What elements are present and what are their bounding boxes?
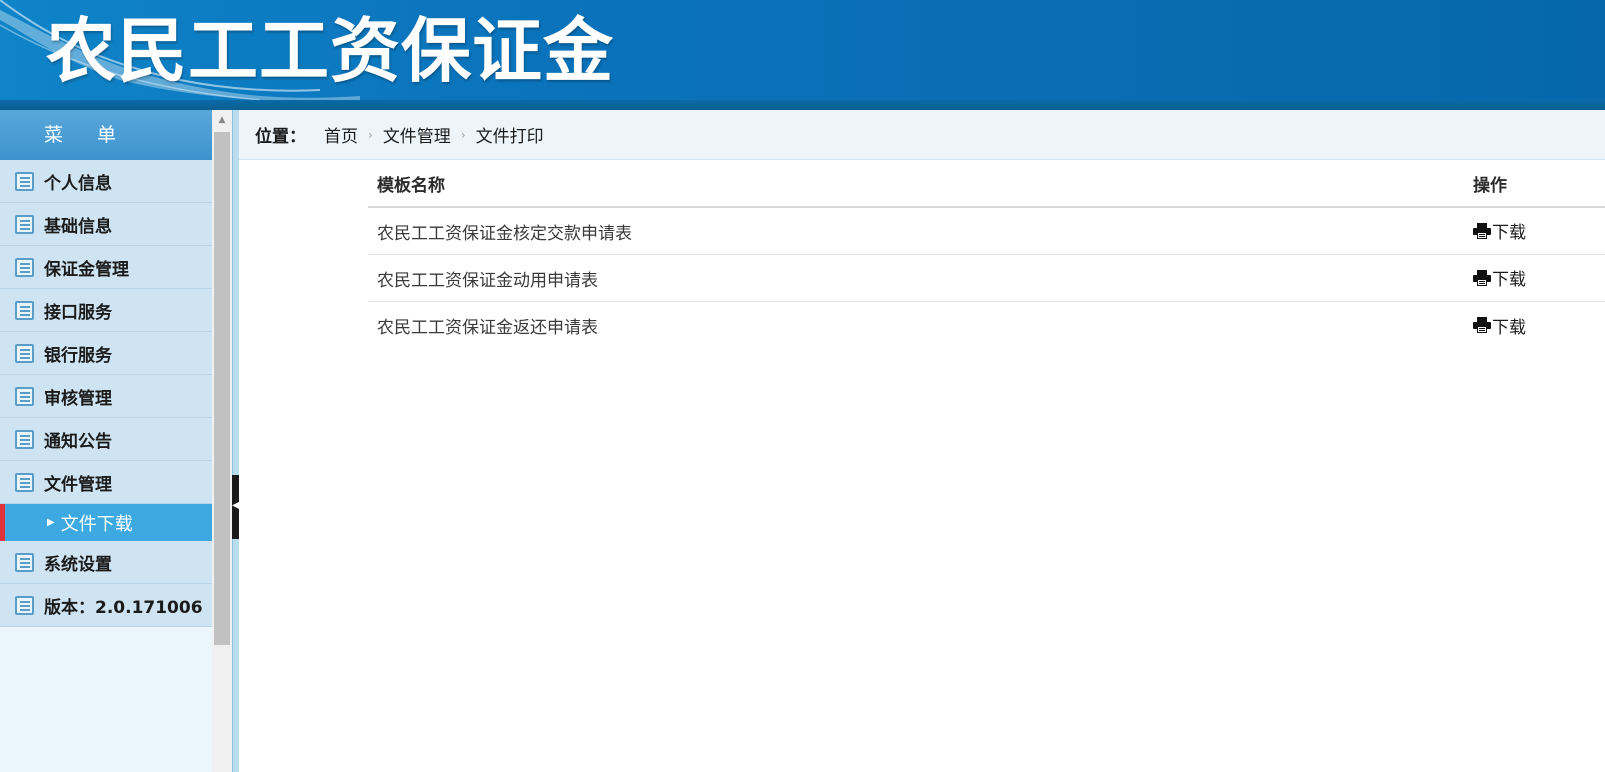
breadcrumb-item-file-management[interactable]: 文件管理: [383, 122, 451, 147]
template-name-cell: 农民工工资保证金核定交款申请表: [377, 223, 632, 244]
list-icon: [15, 214, 34, 234]
list-icon: [15, 472, 34, 492]
sidebar-item-label: 基础信息: [44, 216, 112, 237]
breadcrumb-prefix: 位置：: [255, 127, 306, 147]
template-name-cell: 农民工工资保证金动用申请表: [377, 270, 598, 291]
sidebar-item-personal-info[interactable]: 个人信息: [0, 160, 212, 203]
version-label: 版本：2.0.171006: [44, 597, 203, 618]
list-icon: [15, 429, 34, 449]
table-header: 模板名称 操作: [368, 160, 1605, 208]
caret-right-icon: ▶: [47, 517, 55, 528]
sidebar-item-bank-service[interactable]: 银行服务: [0, 332, 212, 375]
sidebar-collapse-handle[interactable]: ◀: [232, 475, 240, 539]
download-label: 下载: [1492, 223, 1526, 244]
sidebar-item-label: 银行服务: [44, 345, 112, 366]
sidebar-item-file-management[interactable]: 文件管理: [0, 461, 212, 504]
table-row: 农民工工资保证金动用申请表 下载: [368, 255, 1605, 302]
breadcrumb-item-file-print: 文件打印: [475, 127, 544, 147]
sidebar: 菜 单 个人信息 基础信息 保证金管理 接口服务 银行服务 审核管理 通知公告 …: [0, 110, 212, 772]
sidebar-item-label: 审核管理: [44, 388, 112, 409]
main-content: 位置： 首页 › 文件管理 › 文件打印 模板名称 操作 农民工工资保证金核定交…: [239, 110, 1605, 772]
download-label: 下载: [1492, 317, 1526, 338]
download-link[interactable]: 下载: [1473, 218, 1526, 243]
list-icon: [15, 171, 34, 191]
sidebar-item-label: 保证金管理: [44, 259, 129, 280]
breadcrumb-item-home[interactable]: 首页: [324, 122, 358, 147]
app-header: 农民工工资保证金: [0, 0, 1605, 110]
list-icon: [15, 386, 34, 406]
app-title: 农民工工资保证金: [46, 10, 614, 92]
sidebar-item-label: 通知公告: [44, 431, 112, 452]
sidebar-item-system-settings[interactable]: 系统设置: [0, 541, 212, 584]
list-icon: [15, 595, 34, 615]
template-name-cell: 农民工工资保证金返还申请表: [377, 318, 598, 338]
download-link[interactable]: 下载: [1473, 265, 1526, 290]
sidebar-item-audit-management[interactable]: 审核管理: [0, 375, 212, 418]
menu-title: 菜 单: [0, 110, 212, 160]
sidebar-item-label: 文件管理: [44, 474, 112, 495]
sidebar-subitem-label: 文件下载: [60, 513, 133, 535]
column-header-template-name: 模板名称: [377, 175, 445, 196]
sidebar-item-label: 接口服务: [44, 302, 112, 323]
list-icon: [15, 343, 34, 363]
list-icon: [15, 300, 34, 320]
download-link[interactable]: 下载: [1473, 313, 1526, 338]
sidebar-item-interface-service[interactable]: 接口服务: [0, 289, 212, 332]
sidebar-item-notices[interactable]: 通知公告: [0, 418, 212, 461]
sidebar-divider: [232, 110, 239, 772]
list-icon: [15, 552, 34, 572]
printer-icon: [1473, 222, 1491, 239]
sidebar-item-deposit-management[interactable]: 保证金管理: [0, 246, 212, 289]
download-label: 下载: [1492, 270, 1526, 291]
template-table: 模板名称 操作 农民工工资保证金核定交款申请表 下载 农民工工资保证金动用申请表…: [368, 160, 1605, 349]
table-row: 农民工工资保证金核定交款申请表 下载: [368, 208, 1605, 255]
table-row: 农民工工资保证金返还申请表 下载: [368, 302, 1605, 349]
sidebar-item-label: 系统设置: [44, 554, 112, 575]
chevron-right-icon: ›: [460, 127, 466, 142]
sidebar-scrollbar[interactable]: ▲: [212, 110, 232, 772]
sidebar-subitem-file-download[interactable]: ▶ 文件下载: [0, 504, 212, 541]
header-bottom-strip: [0, 100, 1605, 110]
sidebar-item-basic-info[interactable]: 基础信息: [0, 203, 212, 246]
scrollbar-thumb[interactable]: [214, 132, 230, 645]
column-header-operation: 操作: [1473, 175, 1507, 196]
printer-icon: [1473, 317, 1491, 334]
chevron-right-icon: ›: [368, 127, 373, 142]
list-icon: [15, 257, 34, 277]
breadcrumb: 位置： 首页 › 文件管理 › 文件打印: [239, 110, 1605, 160]
scroll-up-arrow-icon[interactable]: ▲: [212, 110, 232, 130]
printer-icon: [1473, 269, 1491, 286]
active-marker: [0, 504, 5, 541]
sidebar-item-label: 个人信息: [44, 173, 112, 194]
sidebar-item-version: 版本：2.0.171006: [0, 584, 212, 627]
